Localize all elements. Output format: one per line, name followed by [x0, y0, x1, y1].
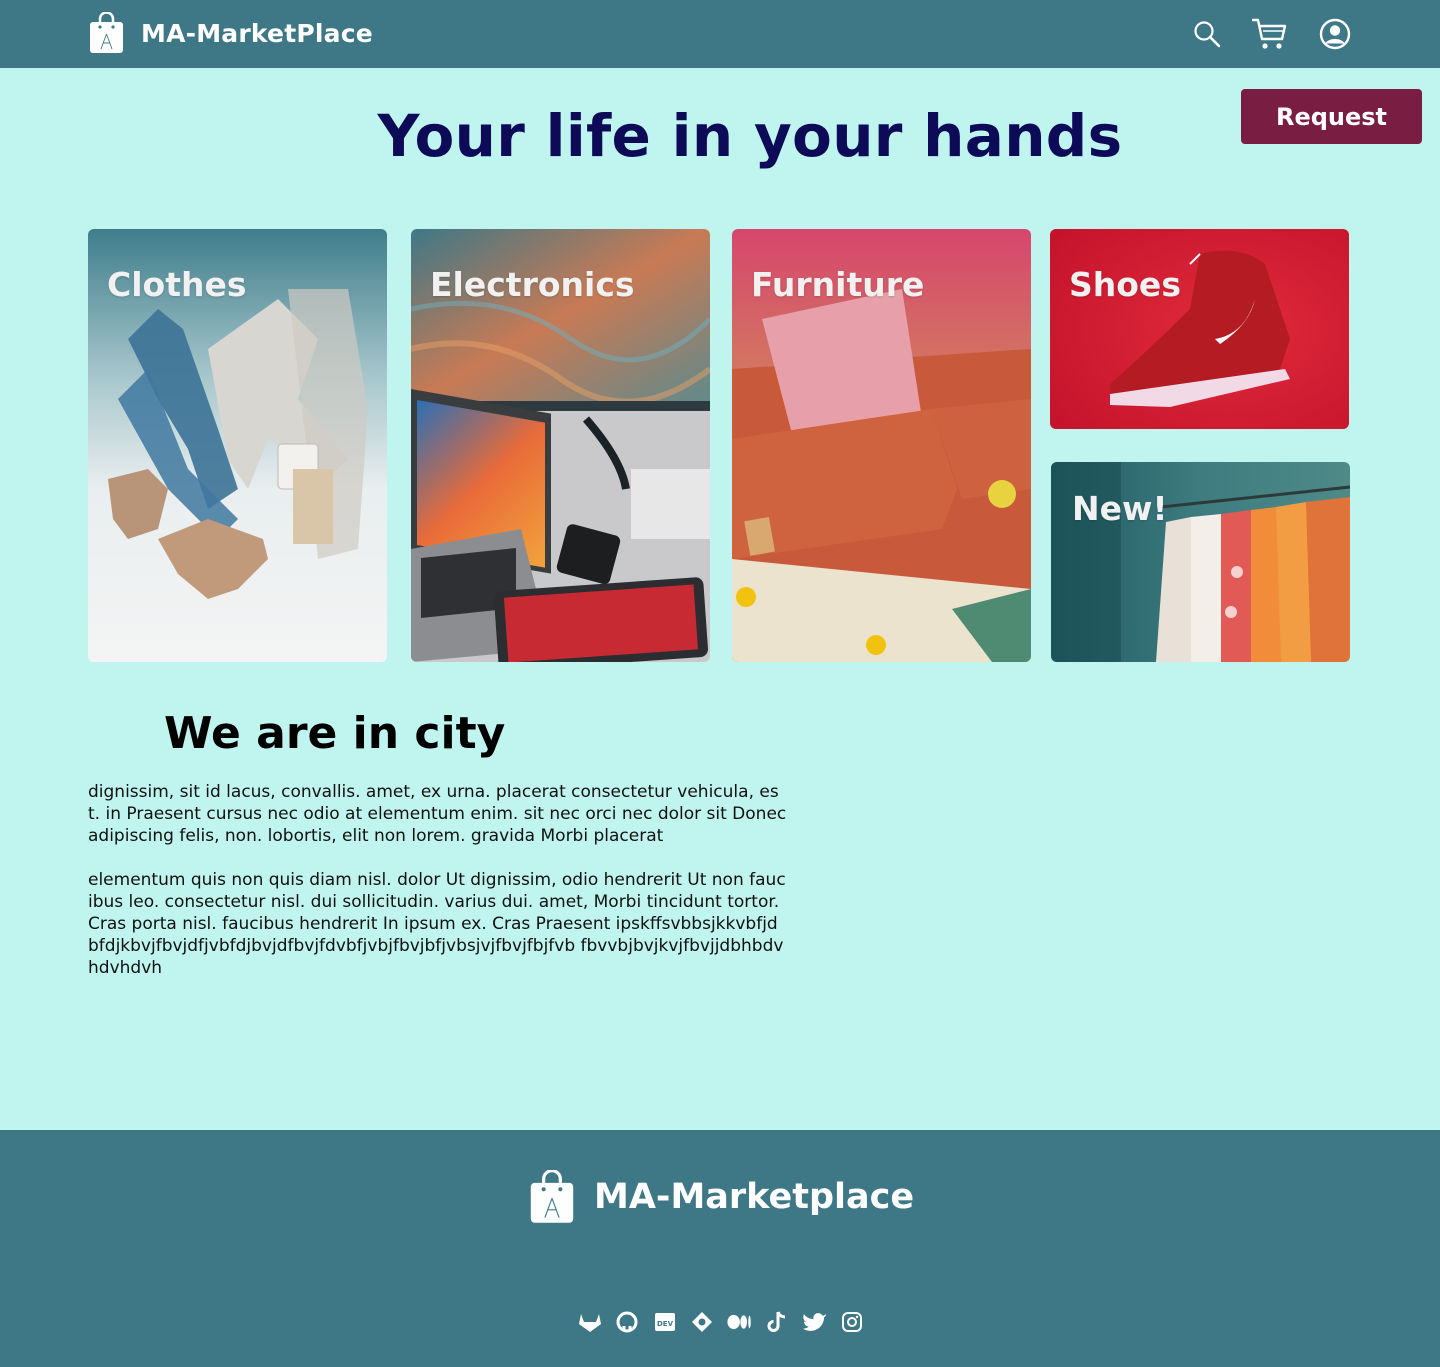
- twitter-icon[interactable]: [802, 1310, 827, 1334]
- city-paragraph: elementum quis non quis diam nisl. dolor…: [88, 870, 786, 978]
- category-label: Electronics: [430, 265, 635, 304]
- shopping-bag-logo-icon: [530, 1170, 574, 1223]
- codewars-icon[interactable]: [690, 1310, 715, 1334]
- tiktok-icon[interactable]: [765, 1310, 790, 1334]
- category-label: Clothes: [107, 265, 247, 304]
- brand-logo-link[interactable]: MA-MarketPlace: [89, 12, 373, 54]
- category-label: New!: [1072, 489, 1168, 528]
- category-card-new[interactable]: New!: [1051, 462, 1350, 662]
- cart-icon[interactable]: [1251, 17, 1287, 51]
- social-links: DEV: [577, 1310, 877, 1334]
- category-card-furniture[interactable]: Furniture: [732, 229, 1031, 662]
- footer-brand-name: MA-Marketplace: [594, 1177, 915, 1217]
- dev-icon[interactable]: DEV: [652, 1310, 677, 1334]
- hero-title: Your life in your hands: [377, 102, 1123, 170]
- footer: MA-Marketplace DEV: [0, 1130, 1440, 1367]
- category-label: Furniture: [751, 265, 925, 304]
- top-navbar: MA-MarketPlace: [0, 0, 1440, 68]
- gitlab-icon[interactable]: [577, 1310, 602, 1334]
- medium-icon[interactable]: [727, 1310, 752, 1334]
- category-card-electronics[interactable]: Electronics: [411, 229, 710, 662]
- svg-text:DEV: DEV: [656, 1320, 673, 1328]
- github-icon[interactable]: [615, 1310, 640, 1334]
- city-paragraph: dignissim, sit id lacus, convallis. amet…: [88, 782, 787, 846]
- brand-name: MA-MarketPlace: [141, 18, 373, 48]
- city-section-text: dignissim, sit id lacus, convallis. amet…: [88, 781, 788, 1001]
- shopping-bag-logo-icon: [90, 12, 123, 53]
- instagram-icon[interactable]: [840, 1310, 865, 1334]
- category-card-shoes[interactable]: Shoes: [1050, 229, 1349, 429]
- search-icon[interactable]: [1193, 20, 1221, 48]
- category-card-clothes[interactable]: Clothes: [88, 229, 387, 662]
- city-section-title: We are in city: [164, 708, 506, 759]
- footer-brand[interactable]: MA-Marketplace: [528, 1170, 914, 1224]
- category-label: Shoes: [1069, 265, 1181, 304]
- shoes-image: [1050, 229, 1349, 429]
- user-icon[interactable]: [1319, 18, 1351, 50]
